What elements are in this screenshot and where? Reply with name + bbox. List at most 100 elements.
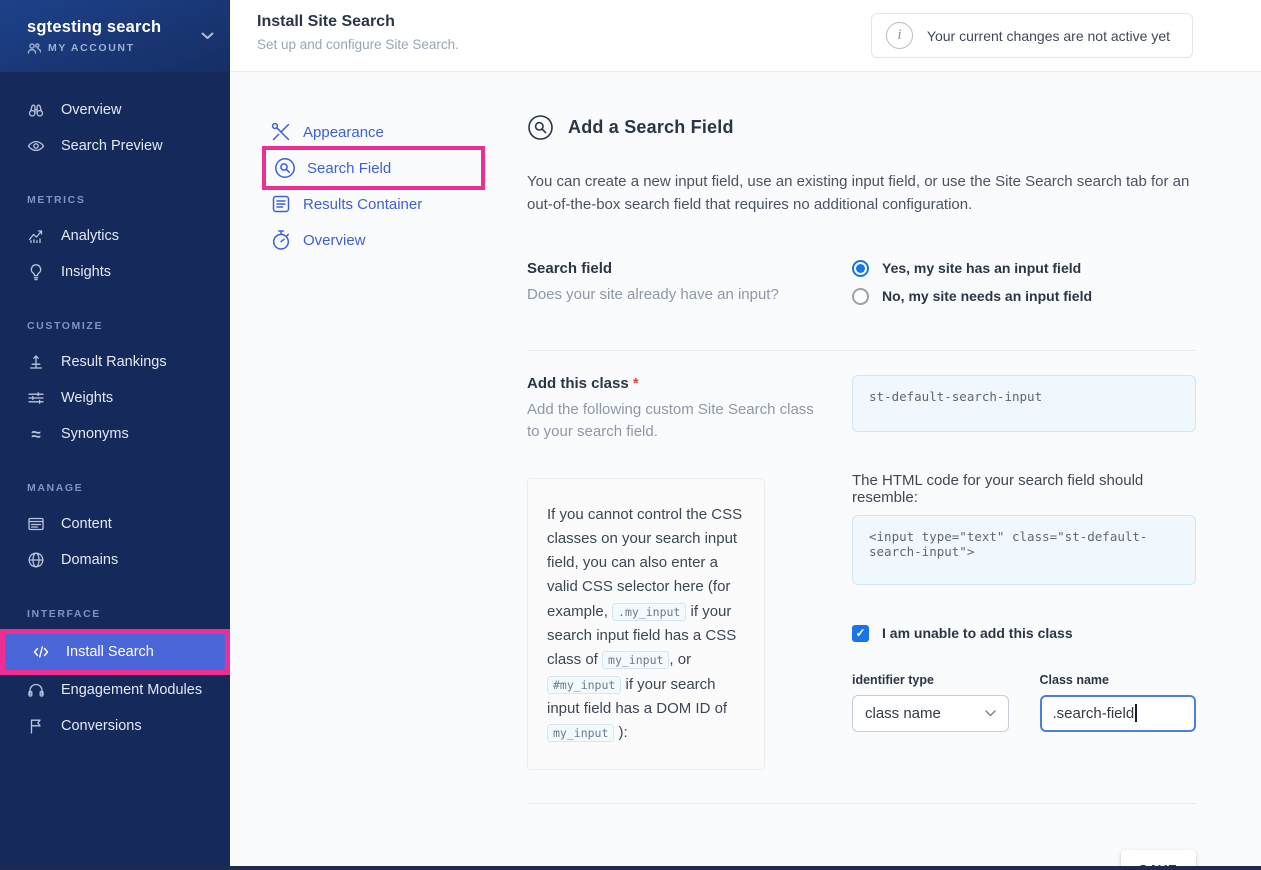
radio-selected-icon[interactable] <box>852 260 869 277</box>
sidebar-item-analytics[interactable]: Analytics <box>0 218 230 254</box>
sidebar-nav: Overview Search Preview METRICS Analytic… <box>0 72 230 744</box>
window-bottom-edge <box>0 866 1261 870</box>
required-asterisk: * <box>633 375 639 392</box>
search-field-highlight-box: Search Field <box>262 146 485 190</box>
section-title: Add a Search Field <box>568 117 734 138</box>
changes-notice-banner: i Your current changes are not active ye… <box>871 13 1193 58</box>
stopwatch-icon <box>270 229 292 251</box>
unable-to-add-class-checkbox-row[interactable]: ✓ I am unable to add this class <box>852 625 1196 642</box>
checkbox-checked-icon[interactable]: ✓ <box>852 625 869 642</box>
sidebar-item-content[interactable]: Content <box>0 506 230 542</box>
field-label: Add this class * <box>527 375 822 392</box>
code-chip: my_input <box>547 724 614 742</box>
install-search-highlight-box: Install Search <box>0 629 230 675</box>
settings-nav-label: Appearance <box>303 124 384 141</box>
sidebar-item-overview[interactable]: Overview <box>0 92 230 128</box>
sidebar-item-label: Synonyms <box>61 426 129 442</box>
settings-nav-label: Search Field <box>307 160 391 177</box>
html-hint-label: The HTML code for your search field shou… <box>852 472 1196 506</box>
sidebar-item-result-rankings[interactable]: Result Rankings <box>0 344 230 380</box>
sidebar-item-label: Weights <box>61 390 113 406</box>
people-icon <box>27 42 41 55</box>
sidebar-item-label: Overview <box>61 102 121 118</box>
sidebar-item-label: Insights <box>61 264 111 280</box>
radio-unselected-icon[interactable] <box>852 288 869 305</box>
radio-option-needs-input[interactable]: No, my site needs an input field <box>852 288 1196 305</box>
settings-nav-search-field[interactable]: Search Field <box>274 150 481 186</box>
sidebar: sgtesting search MY ACCOUNT <box>0 0 230 870</box>
globe-icon <box>27 551 45 569</box>
add-class-row: Add this class * Add the following custo… <box>527 375 1196 771</box>
sliders-icon <box>27 389 45 407</box>
sidebar-item-label: Result Rankings <box>61 354 167 370</box>
eye-icon <box>27 137 45 155</box>
settings-nav-appearance[interactable]: Appearance <box>270 114 485 150</box>
sidebar-section-customize: CUSTOMIZE <box>27 320 230 332</box>
settings-nav-overview[interactable]: Overview <box>270 222 485 258</box>
main-panel: Add a Search Field You can create a new … <box>527 72 1196 870</box>
radio-label: Yes, my site has an input field <box>882 260 1081 276</box>
headphones-icon <box>27 681 45 699</box>
info-icon: i <box>886 22 913 49</box>
css-selector-info-note: If you cannot control the CSS classes on… <box>527 478 765 771</box>
engine-name: sgtesting search <box>27 18 201 37</box>
sidebar-section-metrics: METRICS <box>27 194 230 206</box>
input-value: .search-field <box>1053 705 1135 722</box>
sidebar-item-label: Domains <box>61 552 118 568</box>
results-doc-icon <box>270 193 292 215</box>
sidebar-item-label: Search Preview <box>61 138 163 154</box>
sidebar-item-domains[interactable]: Domains <box>0 542 230 578</box>
code-chip: #my_input <box>547 676 621 694</box>
page-header: Install Site Search Set up and configure… <box>230 0 1261 72</box>
class-name-input[interactable]: .search-field <box>1040 695 1197 732</box>
html-code-box[interactable]: <input type="text" class="st-default-sea… <box>852 515 1196 585</box>
page-subtitle: Set up and configure Site Search. <box>257 37 459 52</box>
class-value-box[interactable]: st-default-search-input <box>852 375 1196 432</box>
checkbox-label: I am unable to add this class <box>882 625 1073 641</box>
settings-nav-label: Results Container <box>303 196 422 213</box>
sidebar-item-label: Engagement Modules <box>61 682 202 698</box>
code-icon <box>32 643 50 661</box>
sidebar-item-insights[interactable]: Insights <box>0 254 230 290</box>
sidebar-item-synonyms[interactable]: ≈ Synonyms <box>0 416 230 452</box>
field-sublabel: Add the following custom Site Search cla… <box>527 399 822 444</box>
ranking-arrow-icon <box>27 353 45 371</box>
sidebar-item-label: Conversions <box>61 718 142 734</box>
magnifier-circle-icon <box>274 157 296 179</box>
identifier-fields-row: identifier type class name Class name .s… <box>852 673 1196 732</box>
lightbulb-icon <box>27 263 45 281</box>
sidebar-item-conversions[interactable]: Conversions <box>0 708 230 744</box>
page-title: Install Site Search <box>257 13 459 31</box>
account-switcher[interactable]: sgtesting search MY ACCOUNT <box>0 0 230 72</box>
tools-icon <box>270 121 292 143</box>
chevron-down-icon <box>201 32 214 40</box>
sidebar-item-label: Content <box>61 516 112 532</box>
sidebar-item-label: Analytics <box>61 228 119 244</box>
account-label: MY ACCOUNT <box>48 42 135 54</box>
code-chip: my_input <box>602 651 669 669</box>
flag-icon <box>27 717 45 735</box>
sidebar-item-engagement-modules[interactable]: Engagement Modules <box>0 672 230 708</box>
settings-nav-results-container[interactable]: Results Container <box>270 186 485 222</box>
identifier-type-label: identifier type <box>852 673 1009 687</box>
chevron-down-icon <box>985 710 996 717</box>
class-name-label: Class name <box>1040 673 1197 687</box>
analytics-chart-icon <box>27 227 45 245</box>
sidebar-item-install-search[interactable]: Install Search <box>5 634 225 670</box>
notice-text: Your current changes are not active yet <box>927 28 1170 44</box>
field-sublabel: Does your site already have an input? <box>527 284 822 307</box>
sidebar-section-manage: MANAGE <box>27 482 230 494</box>
sidebar-item-weights[interactable]: Weights <box>0 380 230 416</box>
divider <box>527 803 1196 804</box>
radio-option-has-input[interactable]: Yes, my site has an input field <box>852 260 1196 277</box>
identifier-type-select[interactable]: class name <box>852 695 1009 732</box>
content-area: Appearance Search Field Results Containe… <box>230 72 1261 866</box>
settings-nav-label: Overview <box>303 232 366 249</box>
sidebar-item-label: Install Search <box>66 644 154 660</box>
sidebar-item-search-preview[interactable]: Search Preview <box>0 128 230 164</box>
synonyms-icon: ≈ <box>27 425 45 443</box>
text-caret <box>1135 704 1137 722</box>
field-label: Search field <box>527 260 822 277</box>
content-list-icon <box>27 515 45 533</box>
magnifier-circle-icon <box>527 114 554 141</box>
